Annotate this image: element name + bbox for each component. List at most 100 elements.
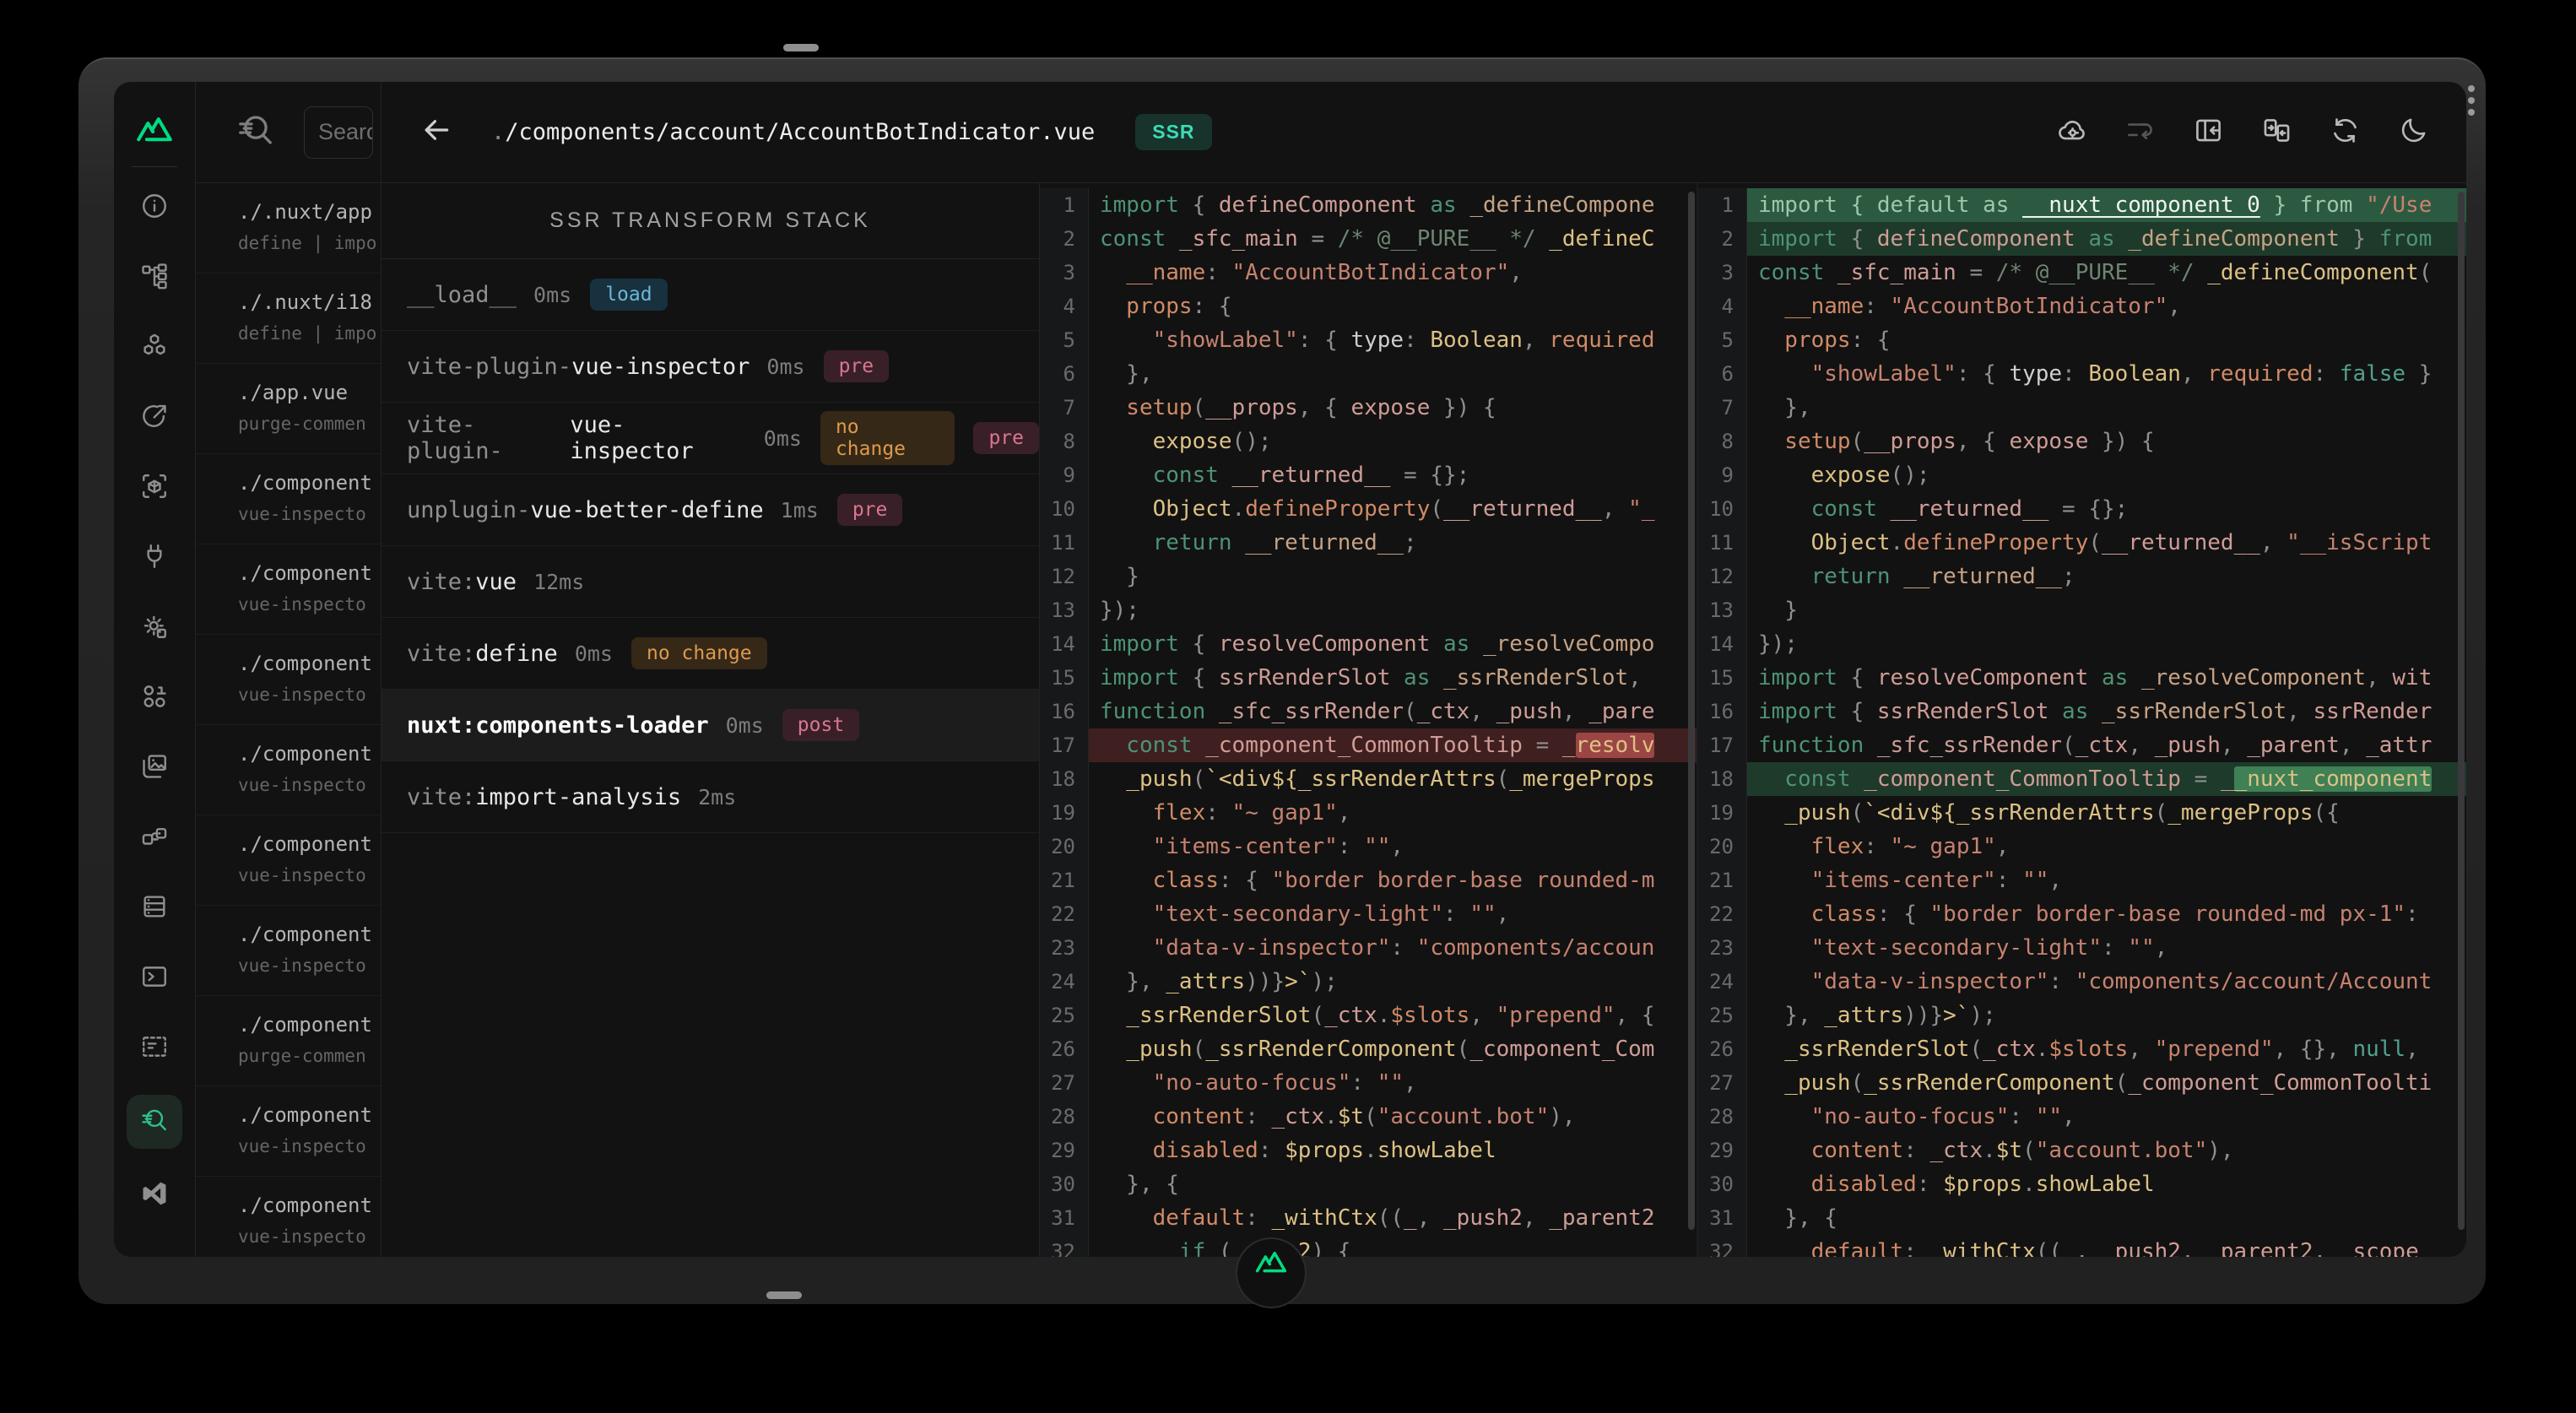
line-number: 16 bbox=[1040, 695, 1089, 728]
file-transforms: vue-inspecto bbox=[238, 685, 381, 705]
dark-mode-button[interactable] bbox=[2398, 135, 2429, 149]
sidebar-item-imports[interactable] bbox=[127, 394, 182, 441]
code-line: 14}); bbox=[1698, 627, 2466, 661]
compare-diff-button[interactable] bbox=[2261, 135, 2292, 149]
file-list-item[interactable]: ./componentpurge-commen bbox=[196, 996, 381, 1086]
sidebar-item-components[interactable] bbox=[127, 324, 182, 371]
code-text: import { ssrRenderSlot as _ssrRenderSlot… bbox=[1089, 661, 1697, 695]
inspect-icon bbox=[140, 1106, 169, 1139]
line-number: 17 bbox=[1698, 728, 1747, 762]
file-name: ./component bbox=[238, 652, 381, 675]
line-number: 6 bbox=[1698, 357, 1747, 391]
code-text: disabled: $props.showLabel bbox=[1089, 1134, 1697, 1167]
file-list-item[interactable]: ./component vue-inspecto bbox=[196, 635, 381, 725]
code-text: function _sfc_ssrRender(_ctx, _push, _pa… bbox=[1747, 728, 2466, 762]
nuxt-devtools-toggle[interactable] bbox=[1236, 1237, 1307, 1308]
badge-nochange: no change bbox=[631, 637, 767, 669]
plugin-name: components-loader bbox=[475, 712, 708, 739]
transform-stack-row[interactable]: __load__0msload bbox=[382, 259, 1039, 331]
line-number: 32 bbox=[1040, 1235, 1089, 1257]
badge-pre: pre bbox=[973, 422, 1039, 454]
sidebar-item-inspect[interactable] bbox=[127, 1095, 182, 1149]
transform-time: 2ms bbox=[698, 785, 736, 809]
code-line: 18 _push(`<div${_ssrRenderAttrs(_mergePr… bbox=[1040, 762, 1697, 796]
code-line: 30 disabled: $props.showLabel bbox=[1698, 1167, 2466, 1201]
code-line: 27 _push(_ssrRenderComponent(_component_… bbox=[1698, 1066, 2466, 1100]
file-list-item[interactable]: ./componentvue-inspecto bbox=[196, 1177, 381, 1257]
code-text: _push(_ssrRenderComponent(_component_Com… bbox=[1747, 1066, 2466, 1100]
main-panel: ./components/account/AccountBotIndicator… bbox=[382, 82, 2466, 1257]
code-text: default: _withCtx((_, _push2, _parent2 bbox=[1089, 1201, 1697, 1235]
sidebar-item-virtual-files[interactable] bbox=[127, 1025, 182, 1072]
sidebar-item-info[interactable] bbox=[127, 184, 182, 231]
back-button[interactable] bbox=[420, 114, 452, 150]
refresh-button[interactable] bbox=[2330, 135, 2361, 149]
terminal-icon bbox=[140, 962, 169, 995]
nuxt-logo[interactable] bbox=[129, 104, 180, 154]
file-list-item[interactable]: ./componentvue-inspecto bbox=[196, 815, 381, 906]
code-line: 22 "text-secondary-light": "", bbox=[1040, 897, 1697, 931]
sidebar-item-hooks[interactable] bbox=[127, 604, 182, 652]
payload-icon bbox=[140, 682, 169, 715]
skip-lines-button[interactable] bbox=[2124, 135, 2156, 149]
file-list-item[interactable]: ./.nuxt/appdefine | impo bbox=[196, 183, 381, 273]
sidebar-item-storage[interactable] bbox=[127, 885, 182, 932]
file-list-item[interactable]: ./componentvue-inspecto bbox=[196, 544, 381, 635]
file-list-item[interactable]: ./componentvue-inspecto bbox=[196, 725, 381, 815]
code-text: } bbox=[1089, 560, 1697, 593]
code-line: 7 setup(__props, { expose }) { bbox=[1040, 391, 1697, 425]
code-line: 25 }, _attrs))}>`); bbox=[1698, 999, 2466, 1032]
transform-stack-row[interactable]: unplugin-vue-better-define1mspre bbox=[382, 474, 1039, 546]
line-number: 23 bbox=[1698, 931, 1747, 965]
line-number: 23 bbox=[1040, 931, 1089, 965]
sidebar-item-modules[interactable] bbox=[127, 464, 182, 512]
line-number: 29 bbox=[1698, 1134, 1747, 1167]
sidebar-item-plugins[interactable] bbox=[127, 534, 182, 582]
code-line: 21 "items-center": "", bbox=[1698, 864, 2466, 897]
transform-stack-row[interactable]: vite:vue12ms bbox=[382, 546, 1039, 618]
file-list-item[interactable]: ./component vue-inspecto bbox=[196, 906, 381, 996]
code-text: }, _attrs))}>`); bbox=[1747, 999, 2466, 1032]
file-list-item[interactable]: ./.nuxt/i18define | impo bbox=[196, 273, 381, 364]
sidebar-item-pages[interactable] bbox=[127, 254, 182, 301]
transform-stack-row[interactable]: nuxt:components-loader0mspost bbox=[382, 690, 1039, 761]
frame-menu-dots[interactable] bbox=[2468, 85, 2475, 116]
transform-stack-row[interactable]: vite-plugin-vue-inspector0mspre bbox=[382, 331, 1039, 403]
plugin-name: vue-better-define bbox=[530, 497, 763, 523]
sidebar-item-vscode[interactable] bbox=[127, 1172, 182, 1219]
file-name: ./component bbox=[238, 923, 381, 946]
code-line: 19 _push(`<div${_ssrRenderAttrs(_mergePr… bbox=[1698, 796, 2466, 830]
cloud-settings-button[interactable] bbox=[2056, 135, 2087, 149]
file-name: ./component bbox=[238, 1103, 381, 1127]
inspect-logo-icon bbox=[236, 111, 275, 154]
code-line: 13 } bbox=[1698, 593, 2466, 627]
line-number: 24 bbox=[1040, 965, 1089, 999]
code-line: 27 "no-auto-focus": "", bbox=[1040, 1066, 1697, 1100]
file-list-item[interactable]: ./componentvue-inspecto bbox=[196, 454, 381, 544]
line-number: 27 bbox=[1040, 1066, 1089, 1100]
line-number: 29 bbox=[1040, 1134, 1089, 1167]
file-list-item[interactable]: ./app.vuepurge-commen bbox=[196, 364, 381, 454]
scrollbar-after[interactable] bbox=[2458, 192, 2465, 1230]
code-text: const _component_CommonTooltip = __nuxt_… bbox=[1747, 762, 2466, 796]
transform-stack-row[interactable]: vite-plugin-vue-inspector0msno changepre bbox=[382, 403, 1039, 474]
transform-time: 0ms bbox=[726, 713, 764, 738]
sidebar-item-payload[interactable] bbox=[127, 674, 182, 722]
panel-collapse-left-button[interactable] bbox=[2193, 135, 2224, 149]
file-name: ./component bbox=[238, 471, 381, 495]
sidebar-item-assets[interactable] bbox=[127, 744, 182, 792]
transform-stack-row[interactable]: vite:import-analysis2ms bbox=[382, 761, 1039, 833]
code-line: 10 Object.defineProperty(__returned__, "… bbox=[1040, 492, 1697, 526]
resize-handle-top[interactable] bbox=[783, 44, 819, 51]
file-transforms: vue-inspecto bbox=[238, 956, 381, 976]
transform-stack-row[interactable]: vite:define0msno change bbox=[382, 618, 1039, 690]
code-text: content: _ctx.$t("account.bot"), bbox=[1747, 1134, 2466, 1167]
search-input[interactable] bbox=[304, 106, 373, 159]
file-list-item[interactable]: ./componentvue-inspecto bbox=[196, 1086, 381, 1177]
sidebar-item-terminal[interactable] bbox=[127, 955, 182, 1002]
line-number: 30 bbox=[1040, 1167, 1089, 1201]
file-transforms: define | impo bbox=[238, 323, 381, 344]
scrollbar-before[interactable] bbox=[1688, 192, 1695, 1230]
sidebar-item-server-routes[interactable] bbox=[127, 815, 182, 862]
resize-handle-bottom[interactable] bbox=[766, 1291, 802, 1299]
